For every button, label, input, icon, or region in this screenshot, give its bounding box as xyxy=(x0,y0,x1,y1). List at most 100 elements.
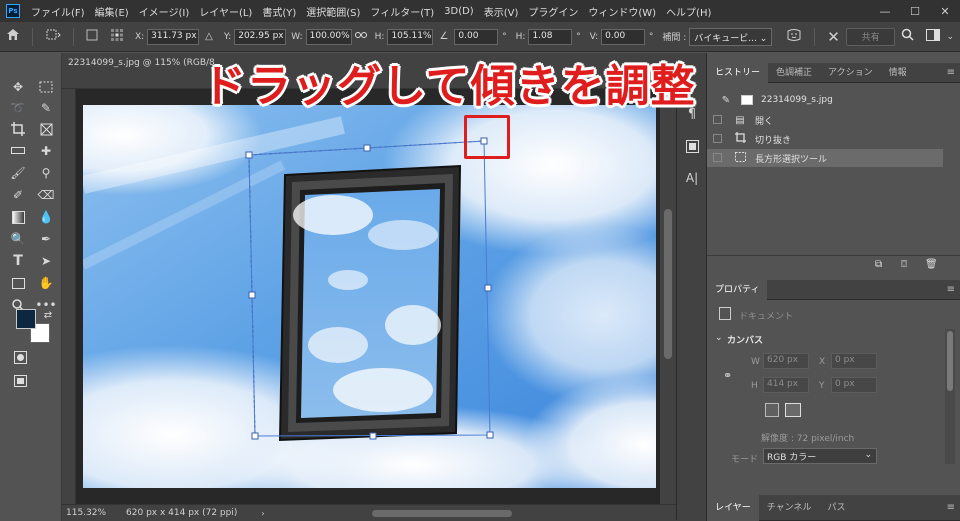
blur-tool-icon[interactable]: 💧 xyxy=(36,207,56,227)
canvas-y-field[interactable]: 0 px xyxy=(831,377,877,393)
tab-layers[interactable]: レイヤー xyxy=(707,494,759,521)
dodge-tool-icon[interactable]: 🔍 xyxy=(8,229,28,249)
swap-colors-icon[interactable]: ⇄ xyxy=(38,305,58,325)
link-dimensions-icon[interactable]: ⚭ xyxy=(723,369,732,382)
horizontal-skew-field[interactable]: 1.08 xyxy=(528,28,573,45)
eraser-tool-icon[interactable]: ⌫ xyxy=(36,185,56,205)
properties-scrollbar[interactable] xyxy=(945,329,955,464)
width-field[interactable]: 100.00% xyxy=(305,28,352,45)
reference-point-checkbox[interactable] xyxy=(86,29,98,45)
zoom-level[interactable]: 115.32% xyxy=(66,508,106,518)
horizontal-scroll-thumb[interactable] xyxy=(372,510,512,517)
new-document-from-state-icon[interactable]: ⧉ xyxy=(875,259,882,270)
options-bar: X: 311.73 px △ Y: 202.95 px W: 100.00% H… xyxy=(0,22,960,52)
menu-file[interactable]: ファイル(F) xyxy=(26,4,90,19)
history-panel-menu-icon[interactable]: ≡ xyxy=(947,67,955,78)
camera-icon[interactable]: ⌼ xyxy=(901,259,907,270)
share-button[interactable]: 共有 xyxy=(845,27,896,46)
rectangle-tool-icon[interactable] xyxy=(8,273,28,293)
character-icon[interactable]: A| xyxy=(683,169,701,187)
x-position-field[interactable]: 311.73 px xyxy=(147,28,200,45)
canvas-height-field[interactable]: 414 px xyxy=(763,377,809,393)
canvas-section-chevron-icon[interactable]: ⌄ xyxy=(715,333,723,343)
history-item-selected[interactable]: 長方形選択ツール xyxy=(707,149,943,167)
menu-edit[interactable]: 編集(E) xyxy=(90,4,134,19)
workspace-chevron-icon[interactable]: ⌄ xyxy=(946,32,954,42)
vertical-skew-field[interactable]: 0.00 xyxy=(601,28,645,45)
portrait-orientation-icon[interactable] xyxy=(765,403,779,417)
menu-view[interactable]: 表示(V) xyxy=(479,4,524,19)
brush-source-icon[interactable]: ✎ xyxy=(719,95,733,106)
tab-channels[interactable]: チャンネル xyxy=(759,495,820,521)
menu-layer[interactable]: レイヤー(L) xyxy=(194,4,257,19)
history-snapshot[interactable]: ✎ 22314099_s.jpg xyxy=(707,91,943,109)
cancel-transform-icon[interactable]: ✕ xyxy=(827,28,840,46)
minimize-button[interactable]: — xyxy=(870,0,900,22)
menu-plugins[interactable]: プラグイン xyxy=(523,4,583,19)
landscape-orientation-icon[interactable] xyxy=(785,403,801,417)
properties-scroll-thumb[interactable] xyxy=(947,331,953,391)
menu-help[interactable]: ヘルプ(H) xyxy=(661,4,716,19)
height-field[interactable]: 105.11% xyxy=(387,28,434,45)
tab-actions[interactable]: アクション xyxy=(820,63,881,83)
home-icon[interactable] xyxy=(6,28,20,45)
history-source-checkbox[interactable] xyxy=(713,153,722,162)
maximize-button[interactable]: ☐ xyxy=(900,0,930,22)
search-icon[interactable] xyxy=(901,28,914,45)
history-source-checkbox[interactable] xyxy=(713,115,722,124)
vertical-scroll-thumb[interactable] xyxy=(664,209,672,359)
interpolation-select[interactable]: バイキュービ... ⌄ xyxy=(689,27,773,46)
ruler-tool-icon[interactable] xyxy=(8,141,28,161)
patch-tool-icon[interactable]: ✚ xyxy=(36,141,56,161)
image-canvas[interactable] xyxy=(83,105,656,488)
pen-tool-icon[interactable]: ✒ xyxy=(36,229,56,249)
tab-properties[interactable]: プロパティ xyxy=(707,279,768,300)
history-brush-tool-icon[interactable]: ✐ xyxy=(8,185,28,205)
transform-tool-icon[interactable] xyxy=(45,28,61,46)
color-mode-select[interactable]: RGB カラー ⌄ xyxy=(763,448,877,464)
workspace-icon[interactable] xyxy=(926,28,941,45)
link-icon[interactable] xyxy=(354,31,367,42)
tab-adjustments[interactable]: 色調補正 xyxy=(768,63,820,83)
vertical-scrollbar[interactable] xyxy=(660,89,676,504)
angle-field[interactable]: 0.00 xyxy=(454,28,499,45)
tab-paths[interactable]: パス xyxy=(819,495,853,521)
quick-mask-icon[interactable] xyxy=(10,347,30,367)
quick-select-tool-icon[interactable]: ✎ xyxy=(36,98,56,118)
layers-panel-menu-icon[interactable]: ≡ xyxy=(947,502,955,513)
history-item[interactable]: 切り抜き xyxy=(707,130,943,148)
document-tab[interactable]: 22314099_s.jpg @ 115% (RGB/8 xyxy=(68,58,215,68)
crop-tool-icon[interactable] xyxy=(8,119,28,139)
trash-icon[interactable]: 🗑 xyxy=(925,259,938,270)
menu-image[interactable]: イメージ(I) xyxy=(134,4,195,19)
move-tool-icon[interactable]: ✥ xyxy=(8,77,28,97)
menu-select[interactable]: 選択範囲(S) xyxy=(301,4,365,19)
status-menu-arrow-icon[interactable]: › xyxy=(261,509,264,518)
type-tool-icon[interactable]: T xyxy=(8,251,28,271)
warp-icon[interactable] xyxy=(786,28,802,46)
hand-tool-icon[interactable]: ✋ xyxy=(36,273,56,293)
canvas-width-field[interactable]: 620 px xyxy=(763,353,809,369)
path-select-tool-icon[interactable]: ➤ xyxy=(36,251,56,271)
frame-tool-icon[interactable] xyxy=(36,119,56,139)
gradient-tool-icon[interactable] xyxy=(8,207,28,227)
lasso-tool-icon[interactable]: ➰ xyxy=(8,98,28,118)
menu-window[interactable]: ウィンドウ(W) xyxy=(583,4,661,19)
tab-history[interactable]: ヒストリー xyxy=(707,62,769,83)
y-position-field[interactable]: 202.95 px xyxy=(234,28,287,45)
close-window-button[interactable]: ✕ xyxy=(930,0,960,22)
properties-panel-menu-icon[interactable]: ≡ xyxy=(947,284,955,295)
canvas-x-field[interactable]: 0 px xyxy=(831,353,877,369)
libraries-icon[interactable] xyxy=(683,137,701,155)
brush-tool-icon[interactable]: 🖌 xyxy=(8,163,28,183)
menu-filter[interactable]: フィルター(T) xyxy=(365,4,439,19)
menu-type[interactable]: 書式(Y) xyxy=(257,4,301,19)
tab-info[interactable]: 情報 xyxy=(881,63,915,83)
reference-point-grid-icon[interactable] xyxy=(110,28,124,46)
stamp-tool-icon[interactable]: ⚲ xyxy=(36,163,56,183)
marquee-tool-icon[interactable] xyxy=(36,77,56,97)
menu-3d[interactable]: 3D(D) xyxy=(439,6,479,17)
screen-mode-icon[interactable] xyxy=(10,371,30,391)
history-item[interactable]: ▤ 開く xyxy=(707,111,943,129)
history-source-checkbox[interactable] xyxy=(713,134,722,143)
